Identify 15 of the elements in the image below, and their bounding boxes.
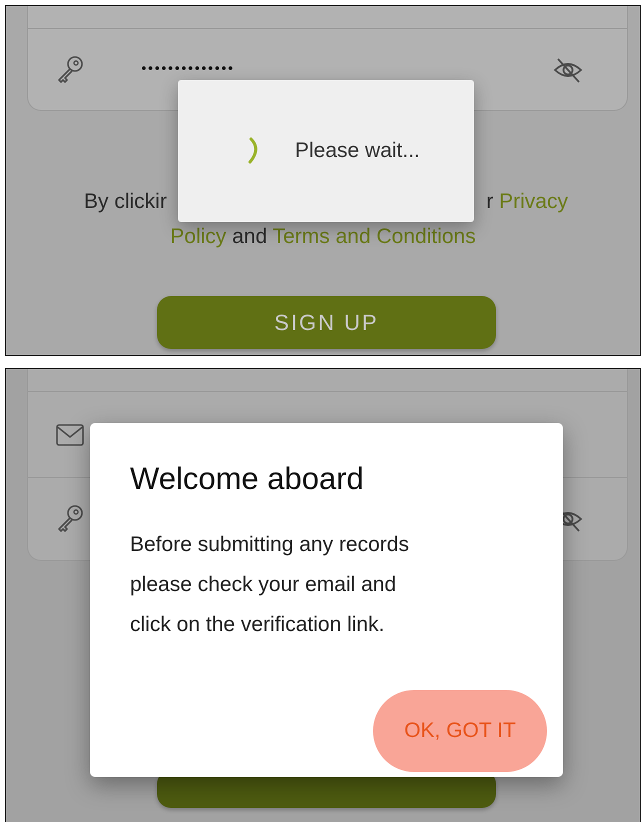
terms-text: Policy and Terms and Conditions (170, 224, 476, 250)
privacy-link[interactable]: Privacy (499, 190, 568, 213)
terms-text: By clickir (84, 189, 167, 215)
key-icon (56, 504, 86, 534)
dialog-message: Before submitting any records please check your email and click on the verification link. (130, 532, 410, 638)
dialog-title: Welcome aboard (130, 460, 365, 498)
key-icon (56, 54, 86, 84)
sign-up-button[interactable]: SIGN UP (157, 296, 496, 349)
ok-button[interactable]: OK, GOT IT (373, 690, 547, 772)
loading-message: Please wait... (295, 139, 420, 163)
terms-link[interactable]: Terms and Conditions (272, 225, 476, 248)
password-value[interactable]: •••••••••••••• (140, 62, 234, 77)
terms-text: r Privacy (486, 189, 568, 215)
terms-link[interactable]: Policy (170, 225, 226, 248)
mail-icon (56, 424, 84, 446)
